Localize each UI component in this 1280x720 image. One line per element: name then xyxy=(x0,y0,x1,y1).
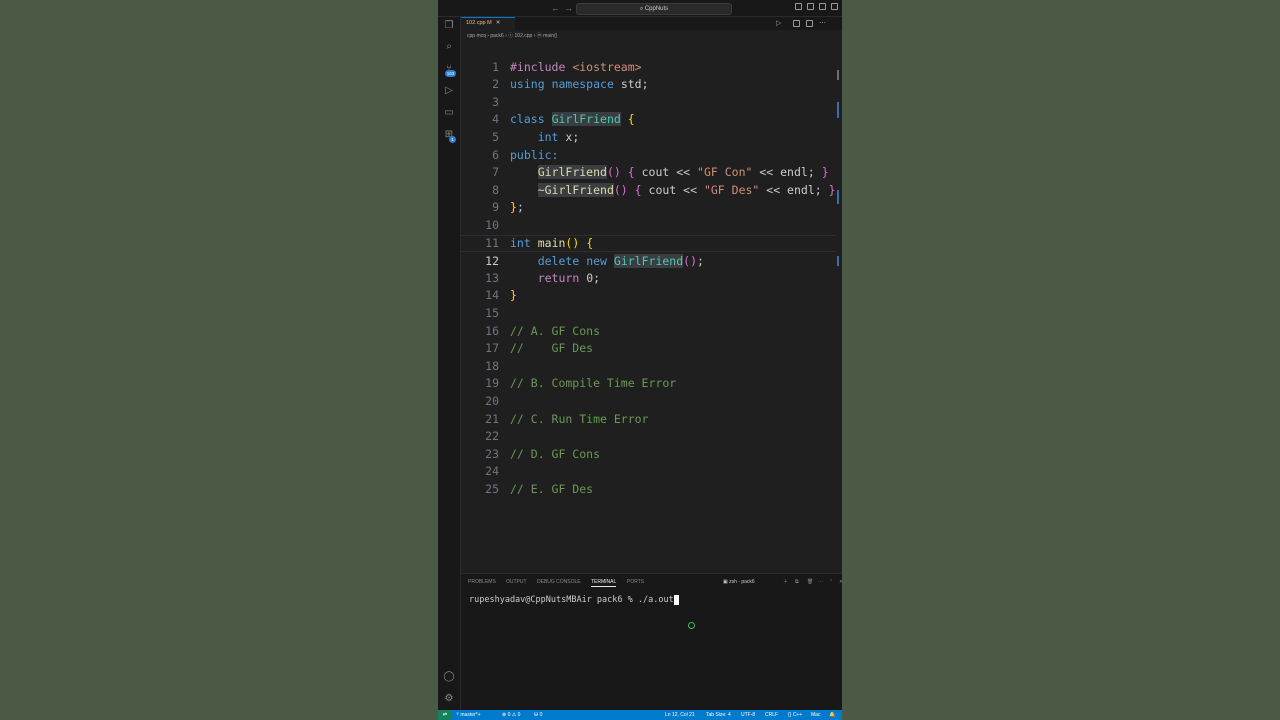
code-line: 16// A. GF Cons xyxy=(485,323,601,338)
toggle-panel-icon[interactable] xyxy=(807,3,814,10)
code-line: 9}; xyxy=(492,200,524,215)
status-bar: ⇄ ᛘ master*+ ⊗ 0 ⚠ 0 ⛁ 0 Ln 12, Col 21 T… xyxy=(438,710,842,720)
account-icon[interactable]: ◯ xyxy=(443,671,455,683)
overview-ruler-mark xyxy=(837,190,839,204)
code-line: 7 GirlFriend() { cout << "GF Con" << end… xyxy=(492,165,829,180)
bottom-panel: PROBLEMS OUTPUT DEBUG CONSOLE TERMINAL P… xyxy=(461,573,842,711)
encoding[interactable]: UTF-8 xyxy=(741,710,755,720)
shell-label: zsh - pack6 xyxy=(729,579,755,585)
code-line: 20 xyxy=(485,393,499,408)
tab-problems[interactable]: PROBLEMS xyxy=(468,578,496,586)
command-center-search[interactable]: ⌕ CppNuts xyxy=(576,3,732,15)
close-icon[interactable]: ✕ xyxy=(496,20,501,26)
code-line: 21// C. Run Time Error xyxy=(485,411,649,426)
extensions-badge: 1 xyxy=(449,136,456,143)
forward-icon[interactable]: → xyxy=(564,2,573,14)
settings-icon[interactable] xyxy=(793,20,800,27)
explorer-icon[interactable]: ❐ xyxy=(443,20,455,32)
tab-debug-console[interactable]: DEBUG CONSOLE xyxy=(537,578,581,586)
tab-102-cpp[interactable]: 102.cpp M ✕ xyxy=(461,17,515,30)
tab-size[interactable]: Tab Size: 4 xyxy=(706,710,731,720)
code-line: 6 public: xyxy=(492,147,559,162)
code-line: 10 xyxy=(485,217,499,232)
code-line: 8 ~GirlFriend() { cout << "GF Des" << en… xyxy=(492,182,836,197)
code-line: 15 xyxy=(485,305,499,320)
vscode-window: ← → ⌕ CppNuts ❐ ⌕ ⑂ 163 ▷ ▭ ⊞ 1 ◯ ⚙ 102.… xyxy=(438,0,842,720)
editor-tab-bar: 102.cpp M ✕ ▷ ⋯ xyxy=(461,17,842,30)
language-mode[interactable]: {} C++ xyxy=(788,710,802,720)
add-terminal-icon[interactable]: ＋ xyxy=(783,578,788,586)
loading-spinner-icon xyxy=(688,622,695,629)
code-line: 4 class GirlFriend { xyxy=(492,112,635,127)
toggle-secondary-sidebar-icon[interactable] xyxy=(819,3,826,10)
maximize-panel-icon[interactable]: ⌃ xyxy=(829,578,833,586)
tab-output[interactable]: OUTPUT xyxy=(506,578,527,586)
code-line: 19// B. Compile Time Error xyxy=(485,376,677,391)
terminal-shell-selector[interactable]: ▣ zsh - pack6 xyxy=(723,578,755,586)
platform[interactable]: Mac xyxy=(811,710,820,720)
line-endings[interactable]: CRLF xyxy=(765,710,778,720)
source-control-badge: 163 xyxy=(445,70,456,77)
remote-explorer-icon[interactable]: ▭ xyxy=(443,107,455,119)
code-line: 17// GF Des xyxy=(485,341,594,356)
code-line: 14} xyxy=(485,288,517,303)
terminal-output[interactable]: rupeshyadav@CppNutsMBAir pack6 % ./a.out xyxy=(469,594,679,606)
toggle-sidebar-icon[interactable] xyxy=(795,3,802,10)
branch-indicator[interactable]: ᛘ master*+ xyxy=(456,710,481,720)
overview-ruler-mark xyxy=(837,102,839,118)
code-line: 11 int main() { xyxy=(485,235,594,250)
problems-indicator[interactable]: ⊗ 0 ⚠ 0 xyxy=(502,710,520,720)
code-editor[interactable]: 1 #include <iostream> 2 using namespace st… xyxy=(461,41,836,571)
current-code-line: 12 delete new GirlFriend(); xyxy=(461,234,836,269)
notifications-bell-icon[interactable]: 🔔 xyxy=(829,710,835,720)
overview-ruler-mark xyxy=(837,256,839,266)
terminal-prompt: rupeshyadav@CppNutsMBAir pack6 % ./a.out xyxy=(469,595,674,605)
split-editor-icon[interactable] xyxy=(806,20,813,27)
run-icon[interactable]: ▷ xyxy=(776,20,783,27)
kill-terminal-icon[interactable]: 🗑 xyxy=(807,578,813,586)
terminal-cursor xyxy=(673,594,679,605)
title-bar: ← → ⌕ CppNuts xyxy=(438,0,842,17)
more-actions-icon[interactable]: ⋯ xyxy=(819,20,826,27)
code-line: 1 #include <iostream> xyxy=(492,59,642,74)
tab-terminal[interactable]: TERMINAL xyxy=(591,578,617,587)
breadcrumb[interactable]: cpp mcq › pack6 › ⓒ 102.cpp › ⓜ main() xyxy=(467,32,557,40)
code-line: 18 xyxy=(485,358,499,373)
customize-layout-icon[interactable] xyxy=(831,3,838,10)
activity-bar: ❐ ⌕ ⑂ 163 ▷ ▭ ⊞ 1 ◯ ⚙ xyxy=(438,17,461,710)
code-line: 13 return 0; xyxy=(485,270,601,285)
close-panel-icon[interactable]: ✕ xyxy=(839,578,842,586)
code-line: 23// D. GF Cons xyxy=(485,446,601,461)
code-line: 5 int x; xyxy=(492,129,580,144)
search-icon[interactable]: ⌕ xyxy=(443,41,455,53)
ports-indicator[interactable]: ⛁ 0 xyxy=(534,710,542,720)
tab-ports[interactable]: PORTS xyxy=(627,578,644,586)
code-line: 25// E. GF Des xyxy=(485,481,594,496)
manage-gear-icon[interactable]: ⚙ xyxy=(443,693,455,705)
tab-label: 102.cpp M xyxy=(466,20,492,26)
remote-indicator-icon[interactable]: ⇄ xyxy=(438,710,452,720)
cursor-position[interactable]: Ln 12, Col 21 xyxy=(665,710,695,720)
code-line: 24 xyxy=(485,464,499,479)
split-terminal-icon[interactable]: ⧉ xyxy=(795,578,799,586)
run-debug-icon[interactable]: ▷ xyxy=(443,85,455,97)
scrollbar-thumb[interactable] xyxy=(837,70,839,80)
code-line: 22 xyxy=(485,429,499,444)
more-actions-icon[interactable]: ⋯ xyxy=(818,578,823,586)
code-line: 3 xyxy=(492,94,499,109)
back-icon[interactable]: ← xyxy=(551,2,560,14)
code-line: 2 using namespace std; xyxy=(492,77,649,92)
